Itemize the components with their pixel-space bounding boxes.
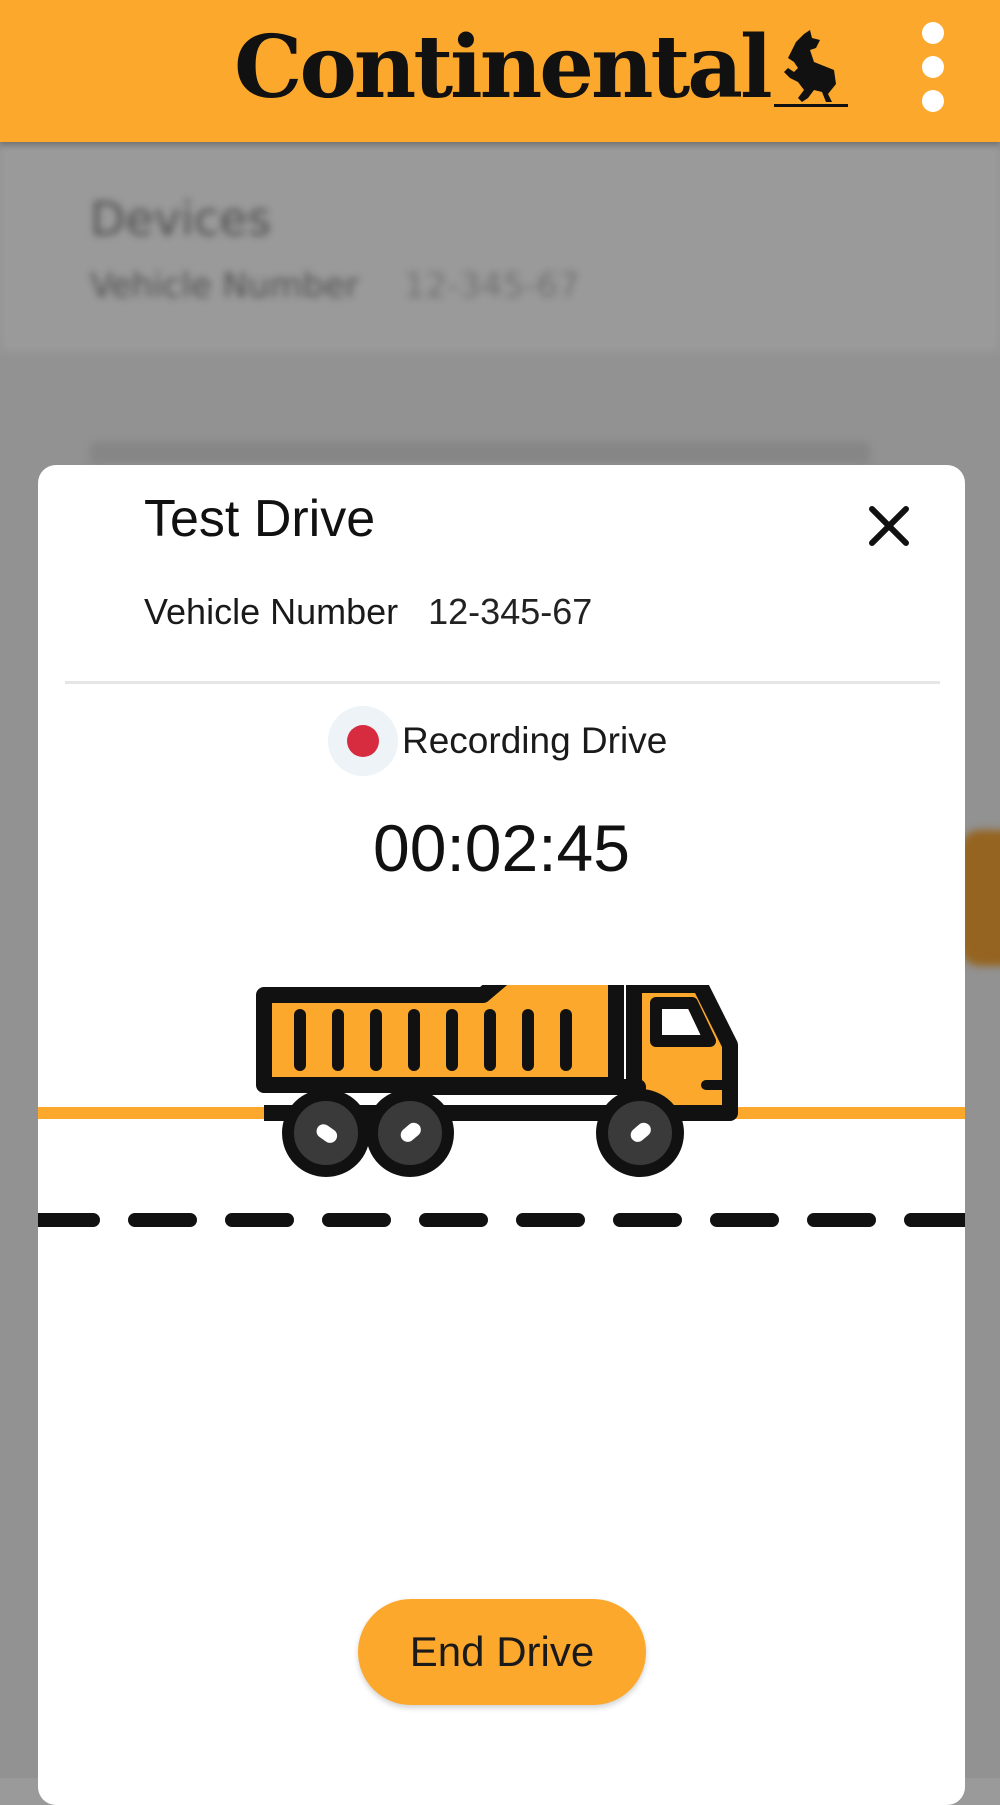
end-drive-button[interactable]: End Drive [358, 1599, 646, 1705]
divider [65, 681, 940, 684]
vehicle-number-row: Vehicle Number 12-345-67 [144, 591, 592, 633]
app-header: Continental [0, 0, 1000, 142]
horse-logo-icon [773, 30, 848, 107]
vehicle-number-label: Vehicle Number [144, 591, 399, 632]
test-drive-modal: Test Drive Vehicle Number 12-345-67 Recor… [38, 465, 965, 1805]
brand-wordmark: Continental [234, 17, 773, 118]
recording-status-text: Recording Drive [402, 720, 668, 761]
recording-status: Recording Drive [328, 705, 667, 777]
kebab-menu-icon[interactable] [912, 22, 954, 112]
vehicle-number-value: 12-345-67 [428, 591, 593, 632]
close-icon[interactable] [858, 495, 920, 557]
modal-title: Test Drive [144, 490, 376, 548]
dump-truck-icon [38, 985, 965, 1227]
recording-dot-icon [328, 706, 398, 776]
drive-timer: 00:02:45 [373, 811, 630, 885]
brand-logo: Continental [234, 18, 848, 118]
